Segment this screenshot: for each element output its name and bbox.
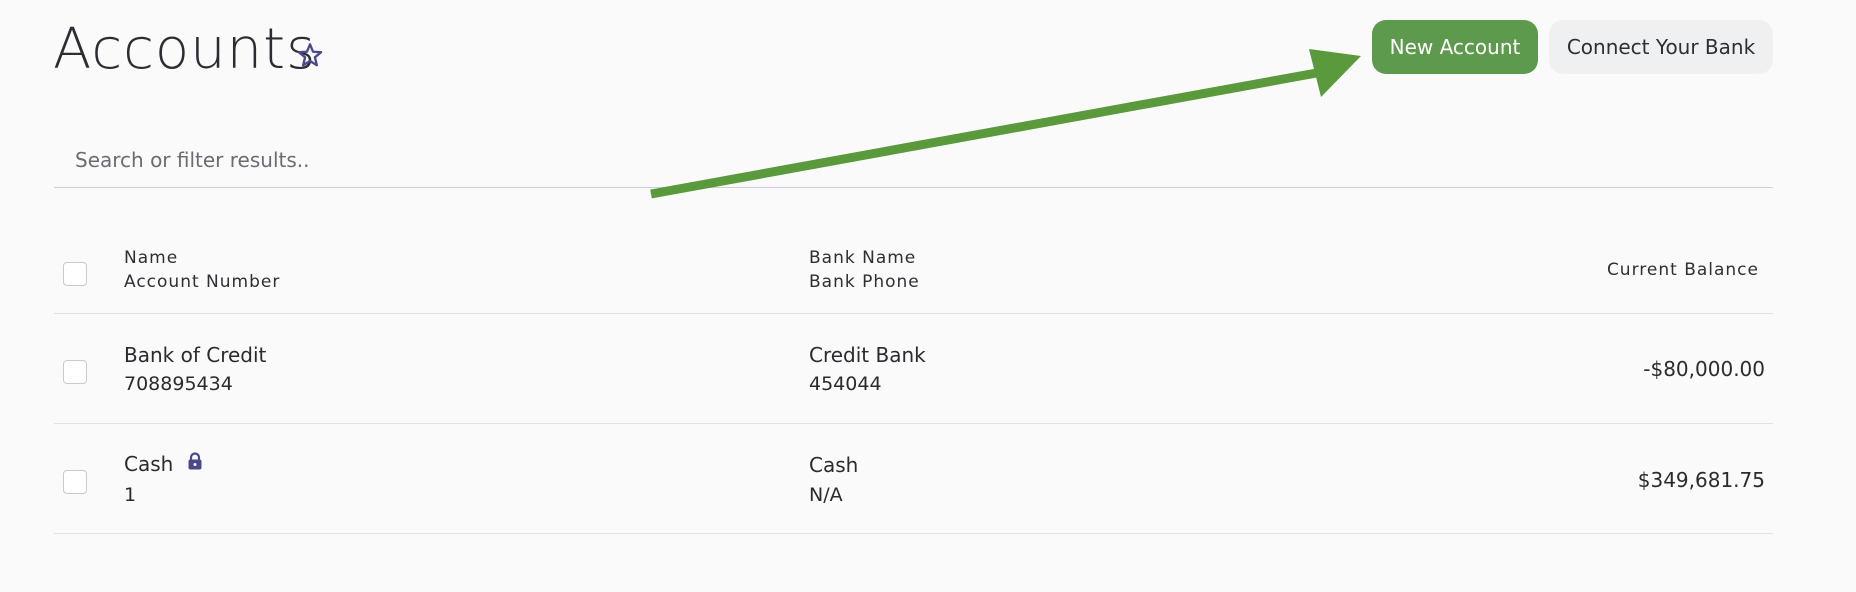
table-row[interactable]: Bank of Credit 708895434 Credit Bank 454… [54,314,1773,424]
column-header-bank-phone[interactable]: Bank Phone [809,272,920,292]
column-header-account-number[interactable]: Account Number [124,272,280,292]
account-number: 1 [124,484,137,506]
lock-icon [188,452,202,470]
account-name[interactable]: Cash [124,452,173,476]
row-checkbox[interactable] [63,360,87,384]
column-header-bank-name[interactable]: Bank Name [809,248,916,268]
current-balance: -$80,000.00 [1643,357,1765,381]
star-outline-icon[interactable] [296,41,324,69]
table-header: Name Account Number Bank Name Bank Phone… [54,232,1773,314]
select-all-checkbox[interactable] [63,262,87,286]
account-number: 708895434 [124,373,233,395]
account-name[interactable]: Bank of Credit [124,343,266,367]
page-title: Accounts [53,17,317,82]
search-bar [54,130,1773,188]
new-account-button[interactable]: New Account [1372,20,1538,74]
bank-name: Credit Bank [809,343,926,367]
bank-name: Cash [809,453,859,477]
bank-phone: 454044 [809,373,882,395]
search-input[interactable] [73,144,1677,176]
column-header-current-balance[interactable]: Current Balance [1607,260,1759,280]
bank-phone: N/A [809,484,843,506]
current-balance: $349,681.75 [1637,468,1765,492]
connect-bank-button[interactable]: Connect Your Bank [1549,20,1773,74]
column-header-name[interactable]: Name [124,248,178,268]
table-row[interactable]: Cash 1 Cash N/A $349,681.75 [54,424,1773,534]
row-checkbox[interactable] [63,470,87,494]
